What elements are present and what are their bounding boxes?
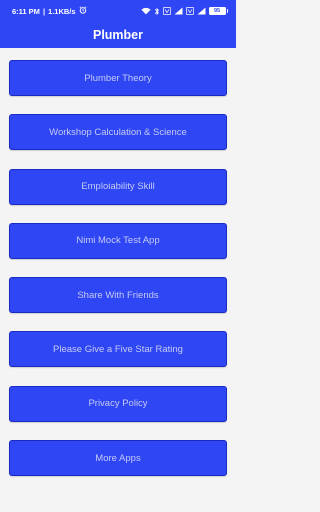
bluetooth-icon xyxy=(154,7,160,16)
status-time: 6:11 PM xyxy=(12,6,40,16)
status-separator: | xyxy=(42,6,46,16)
status-speed: 1.1KB/s xyxy=(48,6,76,16)
mock-test-button[interactable]: Nimi Mock Test App xyxy=(9,222,227,259)
signal-icon-1 xyxy=(174,7,183,15)
privacy-policy-button[interactable]: Privacy Policy xyxy=(9,385,227,422)
battery-icon: 95 xyxy=(208,7,228,15)
battery-tip xyxy=(226,9,228,13)
status-right: 95 xyxy=(140,7,228,16)
alarm-icon xyxy=(79,6,87,16)
page-title: Plumber xyxy=(92,28,143,42)
volte-icon xyxy=(162,7,171,15)
status-bar: 6:11 PM | 1.1KB/s 95 xyxy=(0,0,236,22)
volte-icon-2 xyxy=(185,7,194,15)
signal-icon-2 xyxy=(197,7,206,15)
more-apps-button[interactable]: More Apps xyxy=(9,440,227,477)
app-bar: Plumber xyxy=(0,22,236,48)
main-menu: Plumber Theory Workshop Calculation & Sc… xyxy=(9,60,227,494)
workshop-calculation-button[interactable]: Workshop Calculation & Science xyxy=(9,114,227,151)
rate-button[interactable]: Please Give a Five Star Rating xyxy=(9,331,227,368)
wifi-icon xyxy=(140,7,151,15)
employability-skill-button[interactable]: Emploiability Skill xyxy=(9,168,227,205)
battery-level: 95 xyxy=(208,7,226,15)
share-button[interactable]: Share With Friends xyxy=(9,277,227,314)
status-left: 6:11 PM | 1.1KB/s xyxy=(12,6,87,16)
plumber-theory-button[interactable]: Plumber Theory xyxy=(9,60,227,96)
